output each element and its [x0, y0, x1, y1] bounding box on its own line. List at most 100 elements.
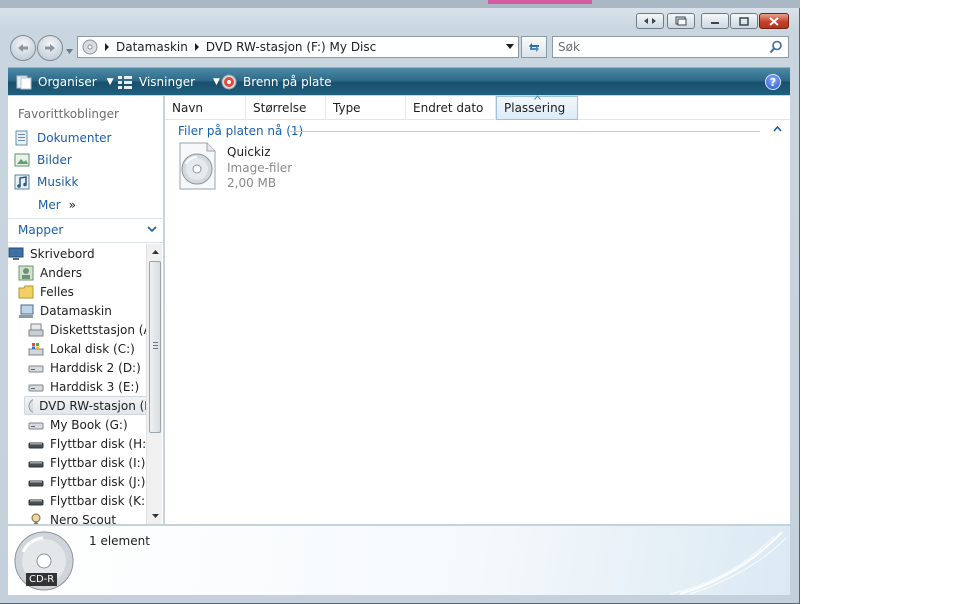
- tree-label: Skrivebord: [30, 246, 95, 261]
- computer-icon: [19, 304, 34, 318]
- tree-label: DVD RW-stasjon (F:): [39, 398, 146, 413]
- burn-to-disc-button[interactable]: Brenn på plate: [221, 68, 332, 95]
- favorite-label: Musikk: [37, 175, 79, 189]
- item-count: 1 element: [89, 534, 150, 548]
- burn-disc-icon: [221, 74, 237, 89]
- back-button[interactable]: [10, 35, 36, 61]
- search-icon[interactable]: [769, 40, 783, 54]
- scroll-down-button[interactable]: [147, 508, 163, 524]
- breadcrumb-current[interactable]: DVD RW-stasjon (F:) My Disc: [206, 40, 376, 54]
- documents-icon: [15, 130, 28, 146]
- tree-item-drive-g[interactable]: My Book (G:): [28, 415, 128, 434]
- organize-button[interactable]: Organiser ▼: [16, 68, 114, 95]
- help-button[interactable]: ?: [765, 74, 781, 90]
- folder-tree: Skrivebord Anders Felles Datamaskin Disk…: [8, 244, 146, 524]
- arrow-left-icon: [18, 44, 28, 52]
- sort-ascending-icon: [534, 95, 541, 100]
- tree-item-user[interactable]: Anders: [18, 263, 82, 282]
- favorite-label: Bilder: [37, 153, 72, 167]
- desktop-icon: [8, 247, 24, 260]
- tree-item-public[interactable]: Felles: [18, 282, 74, 301]
- tree-item-dvd-drive[interactable]: DVD RW-stasjon (F:): [24, 396, 146, 415]
- column-type[interactable]: Type: [326, 96, 406, 120]
- breadcrumb-computer[interactable]: Datamaskin: [116, 40, 188, 54]
- close-button[interactable]: [759, 13, 789, 29]
- tree-label: Flyttbar disk (I:): [50, 455, 146, 470]
- hard-drive-icon: [28, 384, 44, 391]
- column-modified[interactable]: Endret dato: [406, 96, 496, 120]
- tree-item-drive-c[interactable]: Lokal disk (C:): [28, 339, 135, 358]
- favorite-music[interactable]: Musikk: [14, 174, 78, 190]
- tree-label: Diskettstasjon (A:): [50, 322, 146, 337]
- forward-button[interactable]: [37, 35, 63, 61]
- address-dropdown-icon[interactable]: [506, 44, 514, 49]
- grip-icon: [153, 342, 158, 343]
- folder-icon: [18, 285, 34, 298]
- favorite-pictures[interactable]: Bilder: [14, 152, 72, 168]
- views-icon: [118, 75, 132, 89]
- tree-item-floppy[interactable]: Diskettstasjon (A:): [28, 320, 146, 339]
- minimize-button[interactable]: [701, 13, 729, 29]
- favorite-documents[interactable]: Dokumenter: [14, 130, 111, 146]
- tree-label: Flyttbar disk (K:): [50, 493, 146, 508]
- double-chevron-icon: »: [68, 198, 77, 212]
- recent-pages-dropdown[interactable]: [66, 43, 73, 57]
- column-size[interactable]: Størrelse: [246, 96, 326, 120]
- file-name: Quickiz: [227, 145, 271, 159]
- window-frame-top: [0, 0, 800, 8]
- flip-icon: [644, 18, 656, 24]
- file-item[interactable]: Quickiz Image-filer 2,00 MB: [177, 142, 317, 194]
- more-favorites-button[interactable]: Mer »: [38, 198, 76, 212]
- group-header[interactable]: Filer på platen nå (1): [178, 124, 303, 138]
- tree-label: Lokal disk (C:): [50, 341, 135, 356]
- column-name[interactable]: Navn: [165, 96, 246, 120]
- windows-stack-icon: [675, 16, 687, 26]
- switch-windows-button[interactable]: [667, 13, 695, 29]
- tree-item-drive-i[interactable]: Flyttbar disk (I:): [28, 453, 145, 472]
- system-drive-icon: [28, 342, 44, 355]
- search-box[interactable]: [552, 36, 789, 58]
- dvd-drive-icon: [82, 39, 98, 55]
- organize-icon: [16, 75, 32, 89]
- tree-item-drive-h[interactable]: Flyttbar disk (H:): [28, 434, 146, 453]
- tree-label: Datamaskin: [40, 303, 112, 318]
- tree-item-drive-j[interactable]: Flyttbar disk (J:): [28, 472, 145, 491]
- group-divider: [290, 131, 760, 132]
- chevron-down-icon[interactable]: [147, 226, 157, 233]
- tree-item-nero-scout[interactable]: Nero Scout: [28, 510, 116, 524]
- tree-item-drive-e[interactable]: Harddisk 3 (E:): [28, 377, 139, 396]
- caret-down-icon: ▼: [213, 76, 220, 87]
- tree-item-drive-k[interactable]: Flyttbar disk (K:): [28, 491, 146, 510]
- tree-item-computer[interactable]: Datamaskin: [18, 301, 112, 320]
- folders-title[interactable]: Mapper: [18, 223, 63, 237]
- scroll-thumb[interactable]: [149, 261, 161, 433]
- navigation-pane: Favorittkoblinger Dokumenter Bilder Musi…: [8, 96, 164, 524]
- command-bar: Organiser ▼ Visninger ▼ Brenn på plate ?: [8, 67, 790, 95]
- views-button[interactable]: Visninger ▼: [117, 68, 220, 95]
- divider: [8, 242, 164, 243]
- removable-drive-icon: [28, 461, 44, 467]
- flip-3d-button[interactable]: [636, 13, 664, 29]
- views-label: Visninger: [139, 74, 196, 89]
- search-input[interactable]: [553, 37, 753, 57]
- hard-drive-icon: [28, 422, 44, 429]
- desktop-background: [800, 0, 960, 604]
- organize-label: Organiser: [38, 74, 97, 89]
- tree-label: Nero Scout: [50, 512, 117, 525]
- address-bar[interactable]: Datamaskin DVD RW-stasjon (F:) My Disc: [77, 36, 519, 58]
- caret-down-icon: ▼: [106, 76, 114, 87]
- refresh-button[interactable]: [521, 36, 547, 58]
- folder-tree-scrollbar[interactable]: [146, 244, 162, 524]
- chevron-up-icon[interactable]: [773, 126, 782, 132]
- decorative-streak: [670, 531, 787, 595]
- scroll-up-button[interactable]: [147, 244, 163, 260]
- arrow-right-icon: [45, 44, 55, 52]
- tree-label: My Book (G:): [50, 417, 128, 432]
- burn-label: Brenn på plate: [243, 74, 332, 89]
- maximize-button[interactable]: [730, 13, 758, 29]
- tree-item-desktop[interactable]: Skrivebord: [8, 244, 95, 263]
- removable-drive-icon: [28, 499, 44, 505]
- favorites-title: Favorittkoblinger: [18, 107, 119, 121]
- tree-item-drive-d[interactable]: Harddisk 2 (D:): [28, 358, 141, 377]
- explorer-window: Datamaskin DVD RW-stasjon (F:) My Disc O…: [0, 0, 800, 604]
